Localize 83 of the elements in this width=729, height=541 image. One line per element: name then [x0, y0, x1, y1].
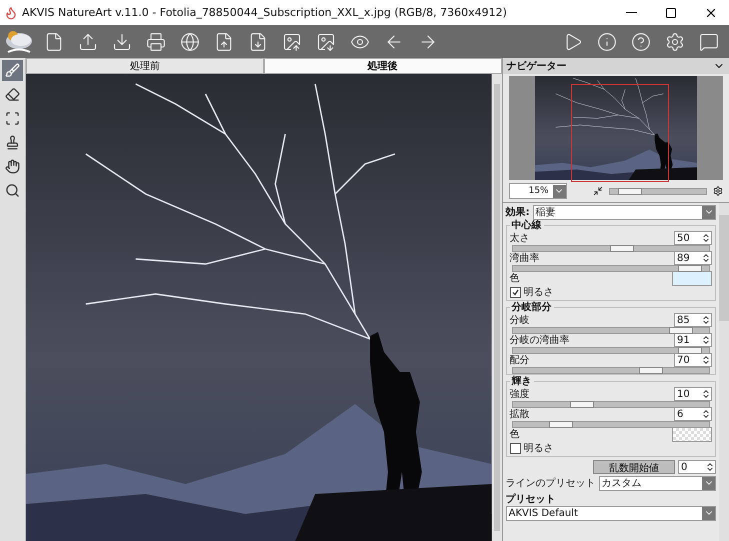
spin-arrows-icon: [701, 315, 711, 325]
setting-label: 湾曲率: [510, 252, 541, 265]
spin-arrows-icon: [701, 253, 711, 263]
crop-icon: [4, 111, 20, 126]
setting-label: 分岐: [510, 314, 531, 327]
file-down-icon: [248, 32, 268, 52]
file-icon: [44, 32, 64, 52]
image-up-icon: [282, 32, 302, 52]
view-tab[interactable]: 処理前: [26, 58, 264, 74]
checkbox[interactable]: [510, 442, 521, 454]
image-down-icon: [316, 32, 336, 52]
globe-icon: [180, 32, 200, 52]
slider-thumb[interactable]: [570, 400, 594, 408]
panel-scrollbar[interactable]: [719, 203, 729, 541]
slider-thumb[interactable]: [639, 366, 664, 374]
slider-track[interactable]: [512, 400, 710, 408]
slider-thumb[interactable]: [548, 420, 573, 428]
number-spinbox[interactable]: 89: [674, 251, 712, 265]
slider-track[interactable]: [512, 244, 710, 252]
setting-label: 色: [510, 428, 521, 441]
slider-track[interactable]: [512, 420, 710, 428]
seed-spinbox[interactable]: 0: [678, 460, 716, 474]
group-title: 分岐部分: [510, 302, 554, 313]
spin-arrows-icon: [701, 409, 711, 419]
spin-arrows-icon: [701, 233, 711, 243]
setting-label: 強度: [510, 388, 531, 401]
slider-track[interactable]: [512, 326, 710, 334]
hand-icon: [4, 159, 20, 174]
window-title: AKVIS NatureArt v.11.0 - Fotolia_78850044_Subscription_XXL_x.jpg (RGB/8, 7360x4912): [22, 6, 508, 19]
spin-arrows-icon: [705, 462, 715, 472]
zoom-field[interactable]: 15%: [508, 183, 567, 199]
maximize-icon: [665, 6, 677, 18]
vertical-scrollbar[interactable]: [492, 74, 502, 541]
info-icon: [597, 32, 617, 52]
spin-arrows-icon: [701, 389, 711, 399]
setting-label: 拡散: [510, 408, 531, 421]
panel-title: ナビゲーター: [506, 60, 567, 73]
setting-label: ラインのプリセット: [506, 476, 596, 490]
number-spinbox[interactable]: 6: [674, 407, 712, 421]
chat-icon: [699, 32, 719, 52]
preset-dropdown[interactable]: AKVIS Default: [506, 506, 716, 520]
viewport-frame[interactable]: [570, 84, 669, 182]
setting-label: 分岐の湾曲率: [510, 334, 571, 347]
view-tab[interactable]: 処理後: [264, 58, 502, 74]
stamp-icon: [4, 135, 20, 150]
spin-arrows-icon: [701, 335, 711, 345]
setting-label: 色: [510, 272, 521, 285]
number-spinbox[interactable]: 10: [674, 387, 712, 401]
random-seed-button[interactable]: 乱数開始値: [593, 460, 675, 474]
slider-track[interactable]: [512, 366, 710, 374]
slider-track[interactable]: [512, 264, 710, 272]
group-title: 輝き: [510, 376, 534, 387]
download-icon: [112, 32, 132, 52]
effect-label: 効果:: [506, 206, 530, 219]
file-up-icon: [214, 32, 234, 52]
group-title: 中心線: [510, 220, 544, 231]
tool-button[interactable]: [2, 60, 23, 81]
setting-label: 配分: [510, 354, 531, 367]
slider-track[interactable]: [512, 346, 710, 354]
upload-icon: [78, 32, 98, 52]
number-spinbox[interactable]: 91: [674, 333, 712, 347]
slider-thumb[interactable]: [610, 244, 634, 252]
setting-label: 太さ: [510, 232, 531, 245]
brush-icon: [4, 63, 20, 78]
number-spinbox[interactable]: 50: [674, 231, 712, 245]
zoom-slider-track[interactable]: [609, 188, 707, 194]
checkbox[interactable]: [510, 286, 521, 298]
search-icon: [4, 183, 20, 198]
help-icon: [631, 32, 651, 52]
effect-dropdown[interactable]: 稲妻: [532, 204, 716, 220]
checkbox-label: 明るさ: [524, 442, 555, 455]
app-icon: [4, 6, 18, 20]
presets-title: プリセット: [506, 492, 557, 506]
minimize-icon: [626, 12, 636, 13]
spin-arrows-icon: [701, 355, 711, 365]
settings-icon: [665, 32, 685, 52]
number-spinbox[interactable]: 85: [674, 313, 712, 327]
printer-icon: [146, 32, 166, 52]
checkbox-label: 明るさ: [524, 286, 555, 299]
line-preset-dropdown[interactable]: カスタム: [598, 476, 716, 490]
eraser-icon: [4, 87, 20, 102]
zoom-slider-thumb[interactable]: [618, 188, 642, 194]
number-spinbox[interactable]: 70: [674, 353, 712, 367]
